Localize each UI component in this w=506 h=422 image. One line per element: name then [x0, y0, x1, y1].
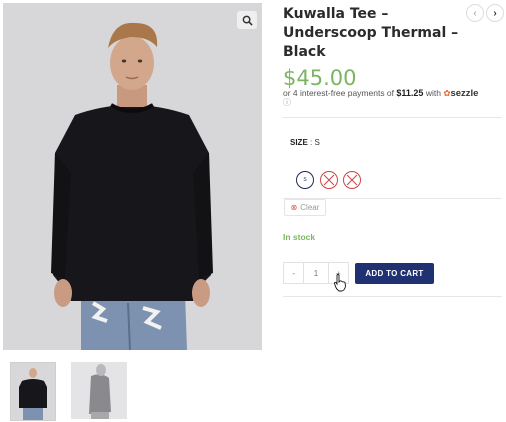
installment-prefix: or 4 interest-free payments of: [283, 88, 395, 98]
thumbnail-front-image: [19, 368, 47, 420]
installment-info: or 4 interest-free payments of $11.25 wi…: [283, 88, 478, 99]
next-product-button[interactable]: ›: [486, 4, 504, 22]
unavailable-cross-icon: [346, 174, 358, 186]
unavailable-cross-icon: [323, 174, 335, 186]
chevron-right-icon: ›: [493, 7, 497, 19]
installment-with: with: [425, 88, 441, 98]
size-option-label: S: [303, 177, 307, 183]
chevron-left-icon: ‹: [473, 7, 477, 19]
selected-size-value: S: [314, 138, 320, 147]
info-icon[interactable]: ⓘ: [283, 97, 291, 108]
add-to-cart-button[interactable]: ADD TO CART: [355, 263, 434, 284]
product-main-image[interactable]: [3, 3, 262, 350]
thumbnail-side[interactable]: [71, 362, 127, 419]
close-circle-icon: ⊗: [290, 203, 298, 212]
sezzle-logo[interactable]: sezzle: [450, 88, 478, 99]
size-option-s[interactable]: S: [296, 171, 314, 189]
product-title: Kuwalla Tee – Underscoop Thermal – Black: [283, 6, 459, 60]
size-label-text: SIZE: [290, 138, 308, 147]
product-price: $45.00: [283, 66, 357, 90]
size-label: SIZE : S: [290, 138, 320, 147]
quantity-decrease-button[interactable]: -: [284, 263, 305, 283]
zoom-button[interactable]: [237, 11, 257, 29]
hand-cursor-icon: [334, 274, 346, 292]
divider: [283, 117, 502, 118]
clear-selection-button[interactable]: ⊗ Clear: [284, 199, 326, 216]
clear-label: Clear: [300, 203, 320, 212]
size-option-m-unavailable[interactable]: [320, 171, 338, 189]
magnifier-icon: [242, 15, 253, 26]
model-illustration: [51, 22, 213, 350]
previous-product-button[interactable]: ‹: [466, 4, 484, 22]
size-option-l-unavailable[interactable]: [343, 171, 361, 189]
thumbnail-side-image: [89, 364, 111, 419]
stock-status: In stock: [283, 232, 316, 242]
installment-amount: $11.25: [396, 88, 424, 98]
thumbnail-front[interactable]: [10, 362, 56, 421]
divider: [283, 296, 502, 297]
quantity-input[interactable]: 1: [304, 263, 329, 283]
